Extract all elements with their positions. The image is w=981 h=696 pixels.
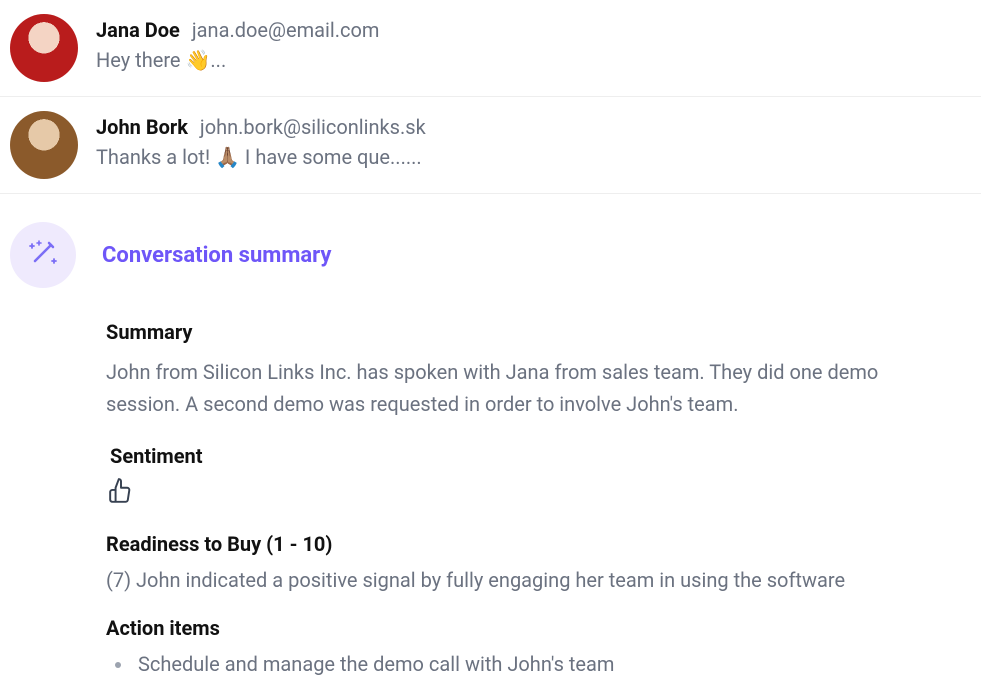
contact-name: Jana Doe xyxy=(96,18,180,42)
message-preview: Thanks a lot! 🙏🏽 I have some que...... xyxy=(96,145,971,169)
conversation-header: Jana Doe jana.doe@email.com xyxy=(96,18,971,42)
sentiment-block: Sentiment xyxy=(106,444,931,508)
readiness-text: (7) John indicated a positive signal by … xyxy=(106,568,931,592)
summary-heading: Summary xyxy=(106,320,931,344)
summary-body: Summary John from Silicon Links Inc. has… xyxy=(10,320,971,676)
summary-title: Conversation summary xyxy=(102,243,331,268)
action-item: Schedule and manage the demo call with J… xyxy=(134,652,931,676)
action-items-list: Schedule and manage the demo call with J… xyxy=(106,652,931,676)
conversation-item[interactable]: John Bork john.bork@siliconlinks.sk Than… xyxy=(0,97,981,194)
conversation-content: John Bork john.bork@siliconlinks.sk Than… xyxy=(96,111,971,169)
summary-header: Conversation summary xyxy=(10,222,971,288)
contact-email: john.bork@siliconlinks.sk xyxy=(200,115,426,139)
conversation-content: Jana Doe jana.doe@email.com Hey there 👋.… xyxy=(96,14,971,72)
summary-panel: Conversation summary Summary John from S… xyxy=(0,194,981,696)
avatar xyxy=(10,111,78,179)
conversation-item[interactable]: Jana Doe jana.doe@email.com Hey there 👋.… xyxy=(0,0,981,97)
summary-text: John from Silicon Links Inc. has spoken … xyxy=(106,356,931,420)
action-items-heading: Action items xyxy=(106,616,931,640)
message-preview: Hey there 👋... xyxy=(96,48,971,72)
sparkle-icon xyxy=(10,222,76,288)
contact-email: jana.doe@email.com xyxy=(192,18,380,42)
readiness-heading: Readiness to Buy (1 - 10) xyxy=(106,532,931,556)
thumbs-up-icon xyxy=(106,478,931,508)
conversation-header: John Bork john.bork@siliconlinks.sk xyxy=(96,115,971,139)
sentiment-heading: Sentiment xyxy=(106,444,931,468)
avatar xyxy=(10,14,78,82)
contact-name: John Bork xyxy=(96,115,188,139)
